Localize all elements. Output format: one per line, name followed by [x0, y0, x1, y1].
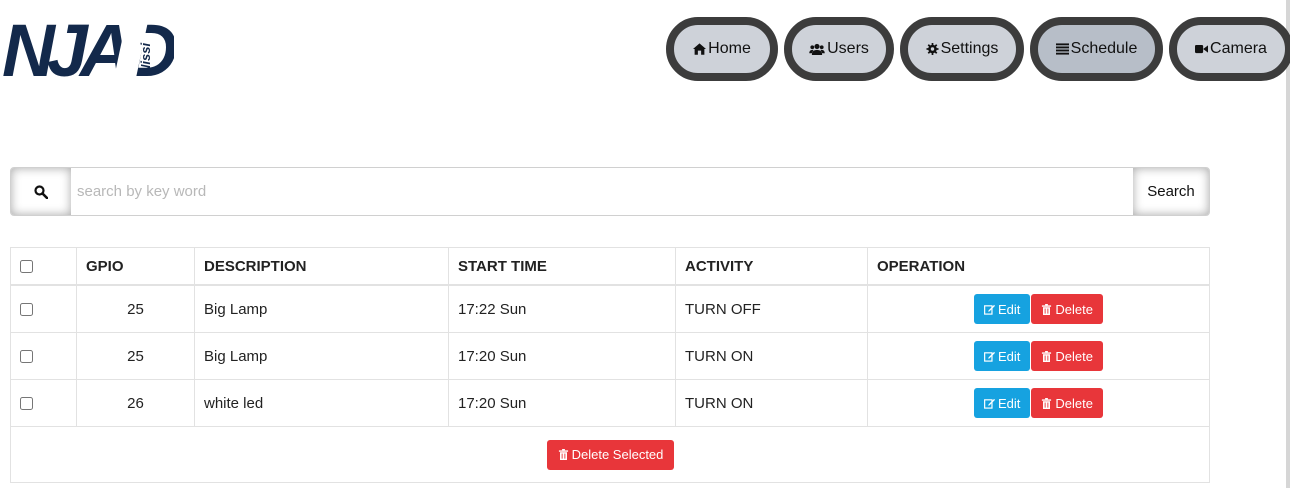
row-checkbox[interactable]	[20, 350, 33, 364]
edit-button[interactable]: Edit	[974, 341, 1031, 371]
delete-button[interactable]: Delete	[1031, 294, 1103, 324]
cell-activity: TURN ON	[675, 332, 868, 380]
gear-icon	[926, 43, 939, 55]
search-icon-button[interactable]	[11, 168, 71, 215]
cell-gpio: 25	[76, 332, 195, 380]
edit-icon	[984, 398, 995, 409]
delete-selected-label: Delete Selected	[571, 447, 664, 462]
video-camera-icon	[1195, 44, 1209, 54]
nav-settings-label: Settings	[940, 40, 999, 57]
row-checkbox[interactable]	[20, 397, 33, 411]
cell-start-time: 17:20 Sun	[448, 379, 676, 427]
edit-button[interactable]: Edit	[974, 388, 1031, 418]
edit-icon	[984, 304, 995, 315]
trash-icon	[1042, 397, 1052, 409]
header-description: DESCRIPTION	[194, 247, 449, 286]
cell-operation: Edit Delete	[867, 379, 1210, 427]
header-activity: ACTIVITY	[675, 247, 868, 286]
select-all-cell	[10, 247, 77, 286]
trash-icon	[1042, 350, 1052, 362]
edit-button[interactable]: Edit	[974, 294, 1031, 324]
row-select-cell	[10, 379, 77, 427]
header-gpio: GPIO	[76, 247, 195, 286]
table-row: 25 Big Lamp 17:22 Sun TURN OFF Edit Dele…	[10, 284, 1210, 333]
svg-text:Nissi: Nissi	[138, 43, 153, 74]
nav-users-button[interactable]: Users	[784, 17, 894, 81]
users-icon	[809, 43, 825, 55]
cell-start-time: 17:22 Sun	[448, 284, 676, 333]
nav-camera-button[interactable]: Camera	[1169, 17, 1290, 81]
search-bar: Search	[10, 167, 1210, 216]
edit-label: Edit	[998, 348, 1021, 364]
cell-description: white led	[194, 379, 449, 427]
delete-button[interactable]: Delete	[1031, 341, 1103, 371]
nav-schedule-button[interactable]: Schedule	[1030, 17, 1163, 81]
nav-home-label: Home	[708, 40, 751, 57]
main-nav: Home Users Settings Schedule Camera	[666, 17, 1290, 81]
delete-selected-button[interactable]: Delete Selected	[546, 439, 675, 470]
table-footer-cell: Delete Selected	[10, 426, 1210, 483]
cell-activity: TURN ON	[675, 379, 868, 427]
njad-logo: NJAD Nissi	[2, 12, 174, 84]
cell-start-time: 17:20 Sun	[448, 332, 676, 380]
search-button[interactable]: Search	[1133, 168, 1209, 215]
delete-label: Delete	[1055, 348, 1093, 364]
nav-settings-button[interactable]: Settings	[900, 17, 1024, 81]
search-input[interactable]	[71, 168, 1133, 215]
select-all-checkbox[interactable]	[20, 260, 33, 274]
nav-users-label: Users	[827, 40, 869, 57]
header-start-time: START TIME	[448, 247, 676, 286]
row-select-cell	[10, 332, 77, 380]
cell-operation: Edit Delete	[867, 284, 1210, 333]
table-footer-row: Delete Selected	[10, 426, 1210, 483]
table-row: 25 Big Lamp 17:20 Sun TURN ON Edit Delet…	[10, 332, 1210, 380]
edit-label: Edit	[998, 301, 1021, 317]
trash-icon	[1042, 303, 1052, 315]
header-operation: OPERATION	[867, 247, 1210, 286]
list-icon	[1055, 43, 1069, 55]
edit-label: Edit	[998, 395, 1021, 411]
cell-operation: Edit Delete	[867, 332, 1210, 380]
home-icon	[693, 43, 707, 55]
nav-schedule-label: Schedule	[1070, 40, 1138, 57]
trash-icon	[558, 449, 568, 460]
schedule-table: GPIO DESCRIPTION START TIME ACTIVITY OPE…	[10, 247, 1210, 483]
row-select-cell	[10, 284, 77, 333]
cell-description: Big Lamp	[194, 332, 449, 380]
nav-camera-label: Camera	[1210, 40, 1267, 57]
delete-label: Delete	[1055, 395, 1093, 411]
row-checkbox[interactable]	[20, 303, 33, 317]
search-icon	[34, 184, 48, 199]
edit-icon	[984, 351, 995, 362]
cell-description: Big Lamp	[194, 284, 449, 333]
table-row: 26 white led 17:20 Sun TURN ON Edit Dele…	[10, 379, 1210, 427]
nav-home-button[interactable]: Home	[666, 17, 778, 81]
cell-gpio: 26	[76, 379, 195, 427]
delete-button[interactable]: Delete	[1031, 388, 1103, 418]
cell-activity: TURN OFF	[675, 284, 868, 333]
delete-label: Delete	[1055, 301, 1093, 317]
cell-gpio: 25	[76, 284, 195, 333]
table-header-row: GPIO DESCRIPTION START TIME ACTIVITY OPE…	[10, 247, 1210, 286]
